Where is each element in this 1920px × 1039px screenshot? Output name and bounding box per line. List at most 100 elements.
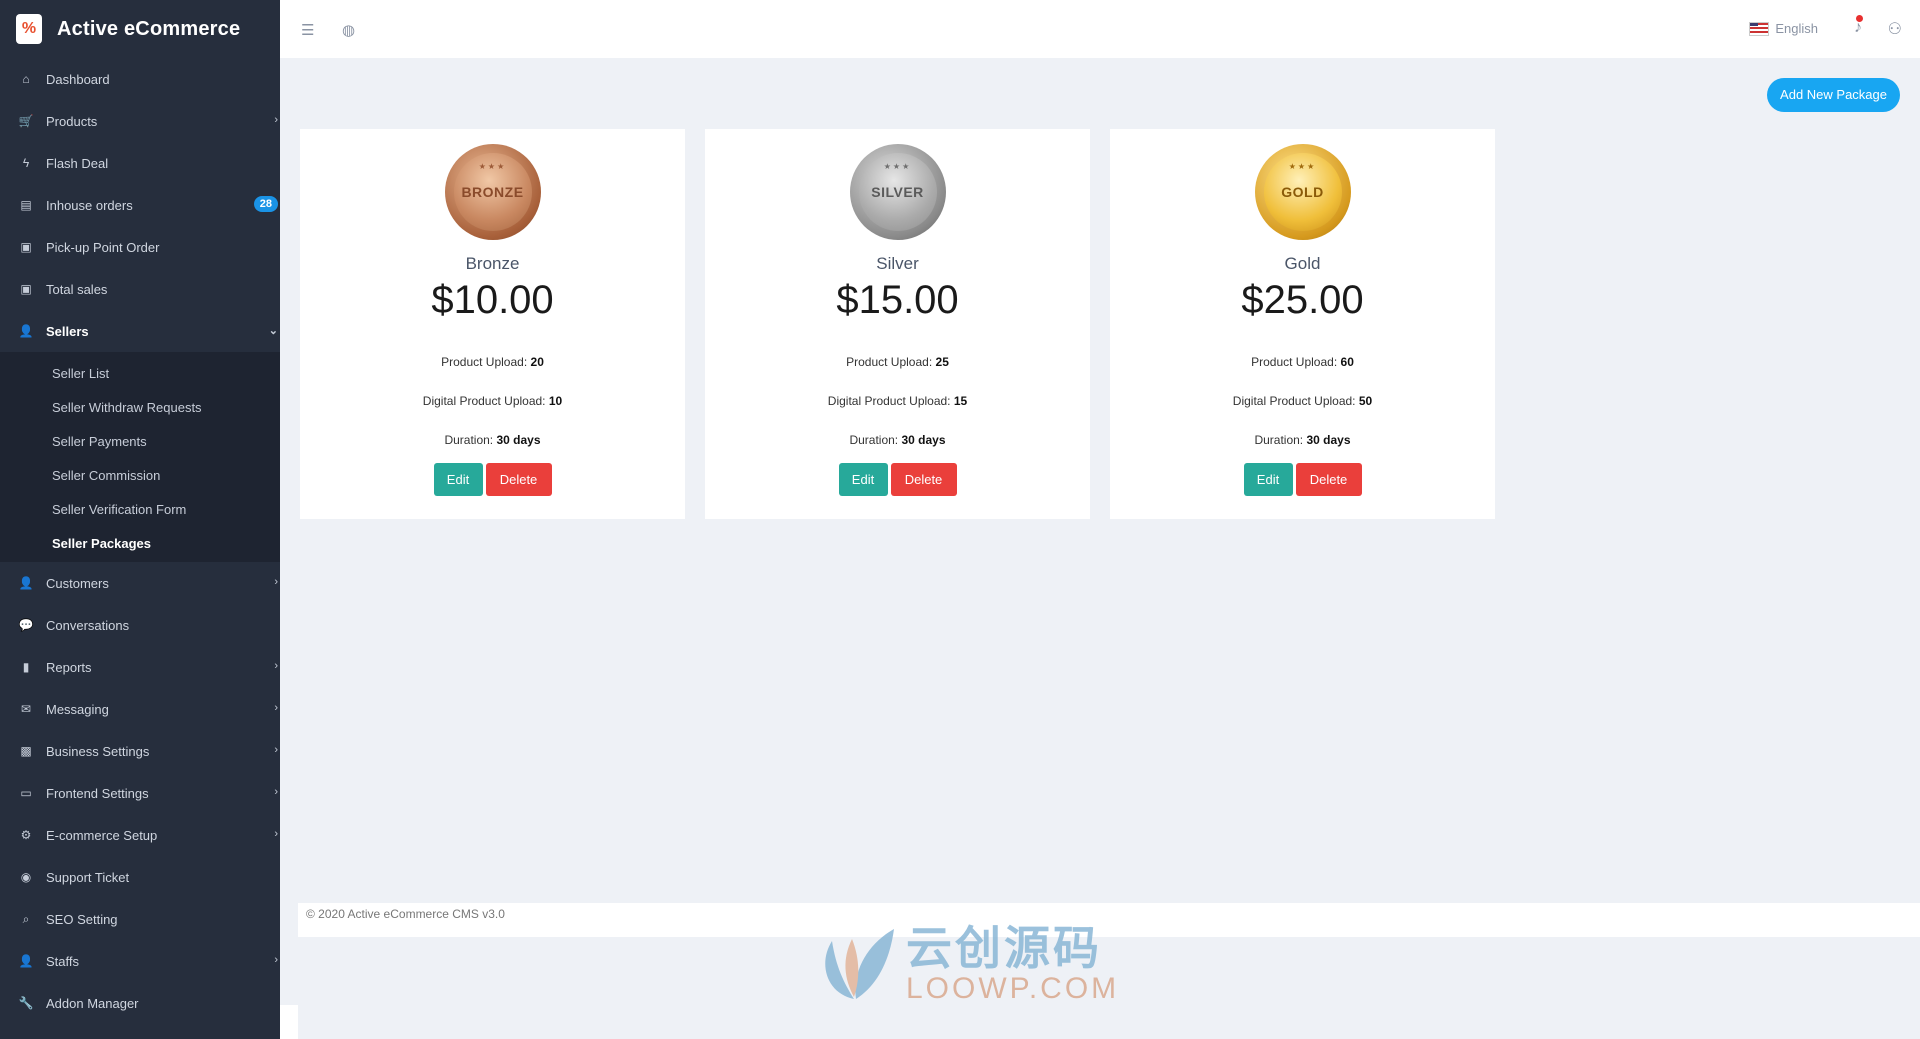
sidebar-item-label: Total sales xyxy=(46,281,108,297)
digital-upload-value: 50 xyxy=(1358,394,1373,408)
shopping-bag-logo-icon: % xyxy=(16,14,42,44)
add-new-package-button[interactable]: Add New Package xyxy=(1767,78,1900,112)
chevron-right-icon: › xyxy=(274,576,278,588)
brand[interactable]: % Active eCommerce xyxy=(0,0,280,58)
sidebar-item-label: Frontend Settings xyxy=(46,785,149,801)
card-actions: Edit Delete xyxy=(705,463,1090,496)
chevron-right-icon: › xyxy=(274,786,278,798)
sidebar-item-seo-setting[interactable]: ⌕ SEO Setting xyxy=(0,898,280,940)
sidebar-item-customers[interactable]: 👤 Customers › xyxy=(0,562,280,604)
sidebar-item-sellers[interactable]: 👤 Sellers ⌄ xyxy=(0,310,280,352)
package-card-gold: GOLD ★★★ Gold $25.00 Product Upload: 60 … xyxy=(1110,129,1495,519)
product-upload-value: 25 xyxy=(935,355,949,369)
sidebar-item-ecommerce-setup[interactable]: ⚙ E-commerce Setup › xyxy=(0,814,280,856)
brand-name: Active eCommerce xyxy=(57,17,241,40)
desktop-icon: ▭ xyxy=(20,786,32,800)
sidebar-item-flash-deal[interactable]: ϟ Flash Deal xyxy=(0,142,280,184)
edit-button[interactable]: Edit xyxy=(1243,463,1293,496)
package-name: Gold xyxy=(1284,254,1321,273)
sidebar-item-label: E-commerce Setup xyxy=(46,827,158,843)
chat-icon: 💬 xyxy=(18,618,34,632)
bronze-medal-icon: BRONZE ★★★ xyxy=(444,144,541,240)
watermark-leaf-logo-icon xyxy=(814,923,900,1003)
chevron-right-icon: › xyxy=(274,660,278,672)
sidebar-item-products[interactable]: 🛒 Products › xyxy=(0,100,280,142)
user-icon[interactable]: ⚇ xyxy=(1888,19,1902,39)
product-upload-value: 20 xyxy=(530,355,544,369)
home-icon: ⌂ xyxy=(22,72,30,86)
digital-upload-line: Digital Product Upload: 50 xyxy=(1232,394,1373,408)
sidebar-item-inhouse-orders[interactable]: ▤ Inhouse orders 28 xyxy=(0,184,280,226)
digital-upload-line: Digital Product Upload: 10 xyxy=(422,394,563,408)
sidebar-item-business-settings[interactable]: ▩ Business Settings › xyxy=(0,730,280,772)
chevron-right-icon: › xyxy=(274,744,278,756)
delete-button[interactable]: Delete xyxy=(485,463,552,496)
chevron-down-icon: ⌄ xyxy=(268,325,278,337)
sidebar-menu: ⌂ Dashboard 🛒 Products › ϟ Flash Deal ▤ … xyxy=(0,58,280,1024)
user-plus-icon: 👤 xyxy=(18,576,34,590)
sidebar-item-messaging[interactable]: ✉ Messaging › xyxy=(0,688,280,730)
footer-strip xyxy=(280,1005,298,1039)
package-price: $15.00 xyxy=(836,278,959,322)
sidebar-item-reports[interactable]: ▮ Reports › xyxy=(0,646,280,688)
package-price: $25.00 xyxy=(1241,278,1364,322)
sidebar-item-label: Staffs xyxy=(46,953,80,969)
sidebar-item-label: Sellers xyxy=(46,323,89,339)
edit-button[interactable]: Edit xyxy=(433,463,483,496)
sidebar-item-pickup-orders[interactable]: ▣ Pick-up Point Order xyxy=(0,226,280,268)
basket-icon: ▤ xyxy=(20,198,32,212)
language-selector[interactable]: English xyxy=(1749,21,1818,36)
watermark-cn: 云创源码 xyxy=(906,921,1102,975)
cart-icon: 🛒 xyxy=(18,114,34,128)
sidebar-item-label: Support Ticket xyxy=(46,869,130,885)
product-upload-line: Product Upload: 60 xyxy=(1251,355,1354,369)
sidebar-item-label: Reports xyxy=(46,659,92,675)
sidebar-subitem-seller-payments[interactable]: Seller Payments xyxy=(0,424,280,458)
sidebar-subitem-seller-packages[interactable]: Seller Packages xyxy=(0,526,280,560)
delete-button[interactable]: Delete xyxy=(1295,463,1362,496)
orders-count-badge: 28 xyxy=(253,196,278,212)
edit-button[interactable]: Edit xyxy=(838,463,888,496)
sidebar-item-label: SEO Setting xyxy=(46,911,118,927)
sidebar-subitem-seller-commission[interactable]: Seller Commission xyxy=(0,458,280,492)
sidebar-item-label: Business Settings xyxy=(46,743,150,759)
sidebar-item-dashboard[interactable]: ⌂ Dashboard xyxy=(0,58,280,100)
sidebar-item-label: Conversations xyxy=(46,617,130,633)
menu-toggle-icon[interactable]: ☰ xyxy=(301,21,314,39)
footer-copyright: © 2020 Active eCommerce CMS v3.0 xyxy=(306,907,505,921)
sidebar-item-label: Pick-up Point Order xyxy=(46,239,160,255)
watermark: 云创源码 LOOWP.COM xyxy=(814,922,1119,1004)
delete-button[interactable]: Delete xyxy=(890,463,957,496)
chevron-right-icon: › xyxy=(274,954,278,966)
sidebar-item-addon-manager[interactable]: 🔧 Addon Manager xyxy=(0,982,280,1024)
sidebar-item-label: Flash Deal xyxy=(46,155,109,171)
bolt-icon: ϟ xyxy=(22,156,30,170)
sidebar-item-label: Inhouse orders xyxy=(46,197,133,213)
sidebar-item-staffs[interactable]: 👤 Staffs › xyxy=(0,940,280,982)
money-icon: ▣ xyxy=(20,282,32,296)
package-card-silver: SILVER ★★★ Silver $15.00 Product Upload:… xyxy=(705,129,1090,519)
sidebar-item-conversations[interactable]: 💬 Conversations xyxy=(0,604,280,646)
sidebar-subitem-seller-list[interactable]: Seller List xyxy=(0,356,280,390)
watermark-en: LOOWP.COM xyxy=(906,972,1120,1005)
silver-medal-icon: SILVER ★★★ xyxy=(849,144,946,240)
chevron-right-icon: › xyxy=(274,114,278,126)
chevron-right-icon: › xyxy=(274,702,278,714)
sidebar: % Active eCommerce ⌂ Dashboard 🛒 Product… xyxy=(0,0,280,1039)
globe-icon[interactable]: ◍ xyxy=(342,21,355,39)
sidebar-subitem-withdraw-requests[interactable]: Seller Withdraw Requests xyxy=(0,390,280,424)
duration-value: 30 days xyxy=(1306,433,1351,447)
language-label: English xyxy=(1775,21,1818,36)
sidebar-item-label: Customers xyxy=(46,575,109,591)
sellers-submenu: Seller List Seller Withdraw Requests Sel… xyxy=(0,352,280,562)
chevron-right-icon: › xyxy=(274,828,278,840)
file-icon: ▮ xyxy=(22,660,30,674)
sidebar-item-total-sales[interactable]: ▣ Total sales xyxy=(0,268,280,310)
sidebar-subitem-verification-form[interactable]: Seller Verification Form xyxy=(0,492,280,526)
sidebar-item-frontend-settings[interactable]: ▭ Frontend Settings › xyxy=(0,772,280,814)
user-icon: 👤 xyxy=(18,954,34,968)
product-upload-value: 60 xyxy=(1340,355,1354,369)
digital-upload-value: 15 xyxy=(953,394,968,408)
duration-value: 30 days xyxy=(496,433,541,447)
sidebar-item-support-ticket[interactable]: ◉ Support Ticket xyxy=(0,856,280,898)
